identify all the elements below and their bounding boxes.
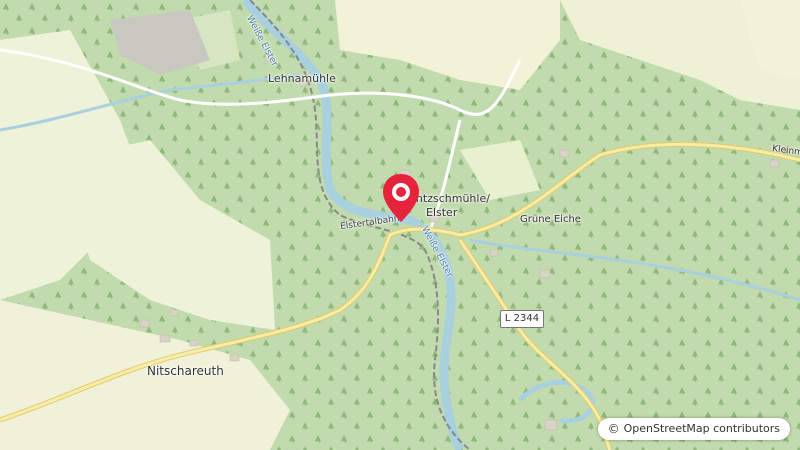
attribution-badge[interactable]: © OpenStreetMap contributors — [597, 418, 790, 440]
place-label-nitschareuth: Nitschareuth — [147, 364, 224, 378]
road-shield-l2344: L 2344 — [500, 310, 544, 328]
place-label-elster: Elster — [426, 206, 458, 219]
attribution-text[interactable]: OpenStreetMap contributors — [624, 418, 780, 440]
place-label-gruene-eiche: Grüne Eiche — [520, 214, 581, 225]
place-label-lehnamuehle: Lehnamühle — [268, 72, 336, 85]
copyright-icon: © — [607, 422, 620, 436]
location-pin-icon[interactable] — [381, 172, 421, 226]
map-view[interactable]: Lehnamühle Nitschareuth Grüne Eiche Rent… — [0, 0, 800, 450]
